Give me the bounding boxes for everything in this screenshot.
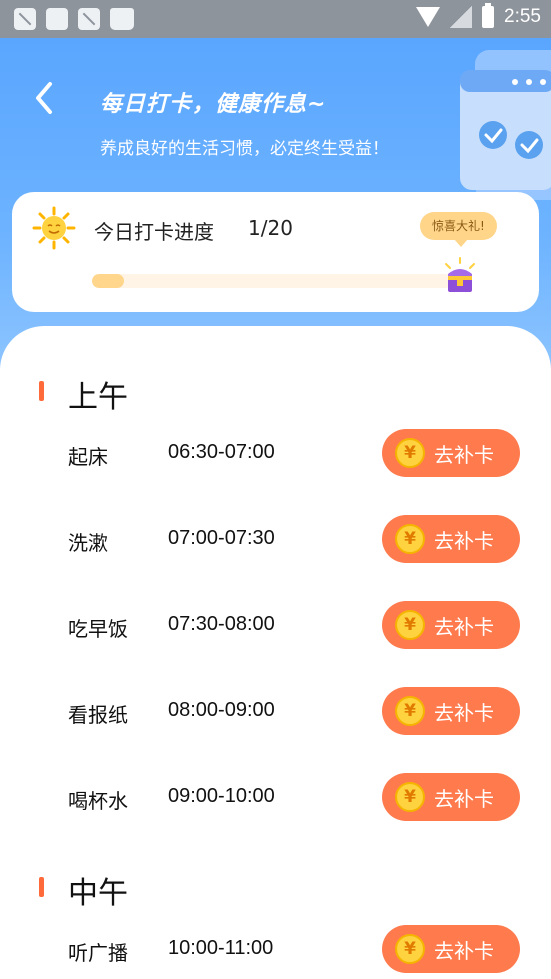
notification-icons [14, 8, 134, 30]
progress-bar-fill [92, 274, 125, 288]
checkin-row: 起床 06:30-07:00 ¥ 去补卡 [0, 429, 551, 479]
back-button[interactable] [30, 78, 60, 118]
activity-name: 喝杯水 [68, 789, 128, 813]
wifi-icon [416, 7, 441, 27]
section-marker [39, 877, 44, 897]
activity-time: 10:00-11:00 [168, 937, 274, 959]
coin-icon: ¥ [395, 524, 425, 554]
coin-icon: ¥ [395, 438, 425, 468]
calendar-illustration-icon [460, 50, 551, 200]
shopping-bag-icon [110, 8, 134, 30]
checkin-row: 喝杯水 09:00-10:00 ¥ 去补卡 [0, 773, 551, 823]
progress-card: 今日打卡进度 1/20 惊喜大礼! [12, 192, 539, 312]
activity-name: 听广播 [68, 941, 128, 965]
activity-name: 洗漱 [68, 531, 108, 555]
coin-icon: ¥ [395, 782, 425, 812]
checkin-row: 听广播 10:00-11:00 ¥ 去补卡 [0, 925, 551, 975]
activity-name: 看报纸 [68, 703, 128, 727]
activity-time: 07:30-08:00 [168, 613, 275, 635]
muted-notification-icon [14, 8, 36, 30]
makeup-checkin-label: 去补卡 [434, 786, 494, 811]
progress-bar [92, 274, 452, 288]
makeup-checkin-button[interactable]: ¥ 去补卡 [382, 687, 520, 735]
activity-time: 07:00-07:30 [168, 527, 275, 549]
chevron-left-icon [36, 82, 52, 114]
makeup-checkin-label: 去补卡 [434, 442, 494, 467]
signal-icon [450, 6, 473, 28]
page-title: 每日打卡，健康作息~ [100, 92, 327, 117]
section-title: 中午 [68, 876, 128, 911]
makeup-checkin-button[interactable]: ¥ 去补卡 [382, 925, 520, 973]
clock: 2:55 [504, 6, 541, 27]
section-title: 上午 [68, 380, 128, 415]
activity-name: 吃早饭 [68, 617, 128, 641]
gift-tooltip: 惊喜大礼! [420, 212, 497, 247]
checkin-row: 吃早饭 07:30-08:00 ¥ 去补卡 [0, 601, 551, 651]
activity-time: 09:00-10:00 [168, 785, 275, 807]
progress-label: 今日打卡进度 [94, 220, 214, 244]
treasure-chest-icon[interactable] [440, 256, 480, 296]
makeup-checkin-label: 去补卡 [434, 700, 494, 725]
progress-count: 1/20 [248, 216, 293, 240]
activity-name: 起床 [68, 445, 108, 469]
muted-notification-icon-2 [78, 8, 100, 30]
makeup-checkin-label: 去补卡 [434, 614, 494, 639]
battery-icon [482, 3, 495, 28]
checkin-row: 看报纸 08:00-09:00 ¥ 去补卡 [0, 687, 551, 737]
page-subtitle: 养成良好的生活习惯，必定终生受益！ [100, 139, 389, 159]
coin-icon: ¥ [395, 610, 425, 640]
app-notification-icon [46, 8, 68, 30]
activity-time: 08:00-09:00 [168, 699, 275, 721]
activity-time: 06:30-07:00 [168, 441, 275, 463]
section-marker [39, 381, 44, 401]
sun-icon [32, 206, 76, 250]
makeup-checkin-label: 去补卡 [434, 528, 494, 553]
makeup-checkin-button[interactable]: ¥ 去补卡 [382, 773, 520, 821]
system-icons: 2:55 [416, 3, 541, 28]
makeup-checkin-label: 去补卡 [434, 938, 494, 963]
makeup-checkin-button[interactable]: ¥ 去补卡 [382, 515, 520, 563]
coin-icon: ¥ [395, 934, 425, 964]
makeup-checkin-button[interactable]: ¥ 去补卡 [382, 429, 520, 477]
coin-icon: ¥ [395, 696, 425, 726]
status-bar: 2:55 [0, 0, 551, 38]
checkin-row: 洗漱 07:00-07:30 ¥ 去补卡 [0, 515, 551, 565]
makeup-checkin-button[interactable]: ¥ 去补卡 [382, 601, 520, 649]
